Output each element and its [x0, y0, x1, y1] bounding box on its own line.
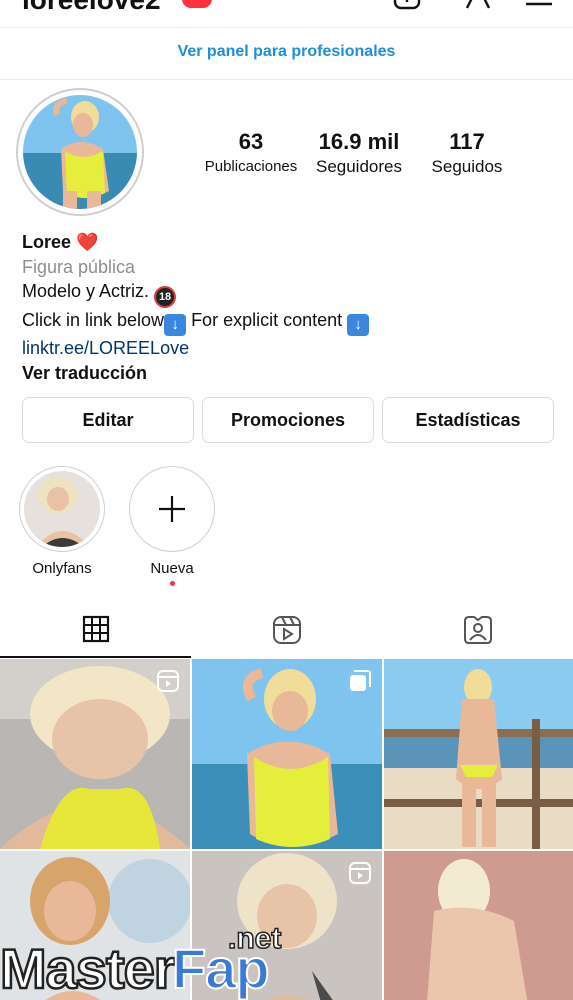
professional-dashboard-link[interactable]: Ver panel para profesionales	[0, 28, 573, 80]
stat-following[interactable]: 117 Seguidos	[418, 128, 516, 178]
tab-tagged[interactable]	[382, 602, 573, 658]
highlight-onlyfans[interactable]: Onlyfans	[18, 466, 106, 577]
new-indicator-dot	[169, 581, 175, 586]
highlight-ring	[19, 466, 105, 552]
tab-posts-grid[interactable]	[0, 602, 191, 658]
svg-text:.net: .net	[228, 922, 281, 955]
tab-reels[interactable]	[191, 602, 382, 658]
profile-name-line: Loree ❤️	[22, 230, 369, 255]
posts-label: Publicaciones	[204, 158, 298, 175]
reel-icon	[157, 670, 179, 692]
username[interactable]: loreelove2	[22, 0, 161, 16]
menu-icon[interactable]	[524, 0, 554, 10]
profile-name: Loree	[22, 232, 72, 252]
highlight-label: Nueva	[150, 560, 194, 577]
top-bar: loreelove2	[0, 0, 573, 28]
post-image	[384, 659, 573, 849]
post-thumbnail[interactable]	[384, 659, 573, 849]
heart-icon: ❤️	[76, 232, 99, 252]
stat-followers[interactable]: 16.9 mil Seguidores	[306, 128, 412, 178]
highlight-label: Onlyfans	[32, 560, 92, 577]
watermark-logo: Master Fap .net	[0, 921, 282, 1000]
svg-text:Master: Master	[0, 937, 175, 1000]
notification-badge	[182, 0, 212, 8]
following-label: Seguidos	[431, 157, 503, 176]
bio-link[interactable]: linktr.ee/LOREELove	[22, 336, 369, 361]
posts-count: 63	[238, 129, 264, 154]
profile-bio: Loree ❤️ Figura pública Modelo y Actriz.…	[22, 230, 370, 386]
followers-count: 16.9 mil	[318, 129, 400, 154]
new-highlight-ring	[129, 466, 215, 552]
edit-profile-button[interactable]: Editar	[22, 397, 194, 443]
down-arrow-icon: ↓	[164, 314, 187, 336]
insights-button[interactable]: Estadísticas	[382, 397, 554, 443]
following-count: 117	[449, 129, 485, 154]
profile-tabs	[0, 602, 573, 658]
reel-icon	[349, 862, 371, 884]
adults-only-icon: 18	[154, 286, 177, 308]
plus-icon	[159, 496, 185, 522]
post-thumbnail[interactable]	[0, 659, 190, 849]
highlight-cover-image	[24, 471, 100, 547]
avatar-image	[23, 95, 137, 209]
bio-line-1: Modelo y Actriz. 18	[22, 279, 369, 308]
see-translation-link[interactable]: Ver traducción	[22, 361, 369, 386]
carousel-icon	[350, 670, 371, 691]
followers-label: Seguidores	[315, 157, 402, 176]
bio-text-2b: For explicit content	[186, 310, 348, 330]
grid-icon	[82, 615, 109, 643]
down-arrow-icon: ↓	[347, 314, 370, 336]
post-thumbnail[interactable]	[192, 659, 382, 849]
bio-text-2a: Click in link below	[22, 310, 165, 330]
highlight-new[interactable]: Nueva	[128, 466, 216, 586]
promotions-button[interactable]: Promociones	[202, 397, 374, 443]
tagged-icon	[463, 616, 492, 644]
profile-category: Figura pública	[22, 256, 136, 277]
stat-posts[interactable]: 63 Publicaciones	[196, 128, 306, 178]
account-icon[interactable]	[463, 0, 493, 10]
bio-line-2: Click in link below ↓ For explicit conten…	[22, 308, 370, 336]
profile-avatar[interactable]	[16, 88, 144, 216]
reels-icon	[272, 616, 301, 644]
create-icon[interactable]	[392, 0, 422, 10]
bio-text-1: Modelo y Actriz.	[22, 281, 150, 301]
